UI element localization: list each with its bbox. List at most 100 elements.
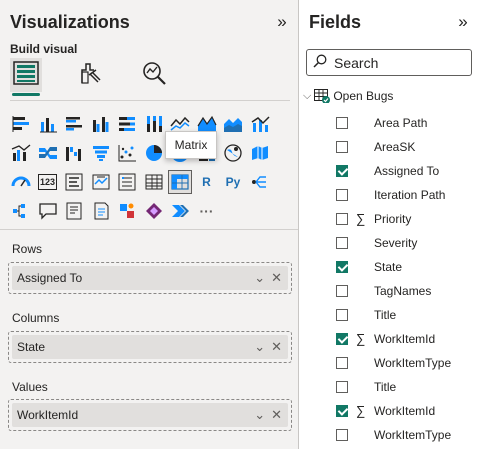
format-visual-tab[interactable] xyxy=(74,58,106,92)
visualizations-pane: Visualizations » Build visual 123 R Py ·… xyxy=(0,0,299,449)
field-name: Iteration Path xyxy=(374,188,446,202)
close-icon[interactable]: ✕ xyxy=(271,407,282,423)
azure-map-icon[interactable] xyxy=(116,200,138,222)
field-name: Assigned To xyxy=(374,164,440,178)
python-visual-label: Py xyxy=(225,175,241,189)
field-checkbox[interactable] xyxy=(336,285,348,297)
rows-well[interactable]: Assigned To ⌄ ✕ xyxy=(8,262,292,294)
more-visuals-icon[interactable]: ··· xyxy=(196,200,218,222)
power-apps-icon[interactable] xyxy=(143,200,165,222)
matrix-tooltip: Matrix xyxy=(165,131,217,159)
fields-title: Fields xyxy=(309,12,362,32)
field-checkbox[interactable] xyxy=(336,333,348,345)
columns-field-chip[interactable]: State ⌄ ✕ xyxy=(12,335,288,359)
double-chevron-right-icon[interactable]: » xyxy=(272,12,292,32)
paginated-report-icon[interactable] xyxy=(90,200,112,222)
fields-search-input[interactable]: Search xyxy=(306,49,472,76)
columns-well[interactable]: State ⌄ ✕ xyxy=(8,331,292,363)
map-icon[interactable] xyxy=(222,142,244,164)
build-visual-icon xyxy=(13,60,39,90)
field-name: WorkItemId xyxy=(374,404,436,418)
field-checkbox[interactable] xyxy=(336,237,348,249)
field-checkbox[interactable] xyxy=(336,429,348,441)
kpi-icon[interactable] xyxy=(90,171,112,193)
field-name: State xyxy=(374,260,403,274)
filled-map-icon[interactable] xyxy=(249,142,271,164)
chevron-down-icon[interactable]: ⌵ xyxy=(303,90,311,103)
smart-narrative-icon[interactable] xyxy=(63,200,85,222)
table-name: Open Bugs xyxy=(333,89,394,103)
columns-well-label: Columns xyxy=(12,311,60,325)
r-visual-label: R xyxy=(202,175,211,189)
rows-field-chip[interactable]: Assigned To ⌄ ✕ xyxy=(12,266,288,290)
line-stacked-column-chart-icon[interactable] xyxy=(249,113,271,135)
field-checkbox[interactable] xyxy=(336,213,348,225)
chevron-down-icon[interactable]: ⌄ xyxy=(254,270,265,286)
values-well[interactable]: WorkItemId ⌄ ✕ xyxy=(8,399,292,431)
field-checkbox[interactable] xyxy=(336,357,348,369)
field-name: WorkItemType xyxy=(374,356,452,370)
field-name: WorkItemId xyxy=(374,332,436,346)
values-field-name: WorkItemId xyxy=(17,408,79,422)
multi-row-card-icon[interactable] xyxy=(63,171,85,193)
build-visual-tab[interactable] xyxy=(10,58,42,96)
100-stacked-column-chart-icon[interactable] xyxy=(143,113,165,135)
stacked-column-chart-icon[interactable] xyxy=(37,113,59,135)
table-icon xyxy=(314,89,331,104)
rows-well-label: Rows xyxy=(12,242,43,256)
field-checkbox[interactable] xyxy=(336,189,348,201)
close-icon[interactable]: ✕ xyxy=(271,339,282,355)
stacked-bar-chart-icon[interactable] xyxy=(10,113,32,135)
card-icon[interactable]: 123 xyxy=(37,171,59,193)
field-checkbox[interactable] xyxy=(336,165,348,177)
build-visual-label: Build visual xyxy=(10,42,78,56)
clustered-column-chart-icon[interactable] xyxy=(90,113,112,135)
close-icon[interactable]: ✕ xyxy=(271,270,282,286)
field-name: Area Path xyxy=(374,116,428,130)
values-field-chip[interactable]: WorkItemId ⌄ ✕ xyxy=(12,403,288,427)
format-visual-icon xyxy=(78,60,102,91)
field-checkbox[interactable] xyxy=(336,309,348,321)
python-visual-icon[interactable]: Py xyxy=(222,171,244,193)
field-checkbox[interactable] xyxy=(336,381,348,393)
field-checkbox[interactable] xyxy=(336,141,348,153)
waterfall-chart-icon[interactable] xyxy=(63,142,85,164)
field-name: Title xyxy=(374,308,397,322)
double-chevron-right-icon[interactable]: » xyxy=(453,12,473,32)
slicer-icon[interactable] xyxy=(116,171,138,193)
field-name: Title xyxy=(374,380,397,394)
clustered-bar-chart-icon[interactable] xyxy=(63,113,85,135)
field-name: AreaSK xyxy=(374,140,416,154)
field-checkbox[interactable] xyxy=(336,405,348,417)
field-name: Severity xyxy=(374,236,418,250)
100-stacked-bar-chart-icon[interactable] xyxy=(116,113,138,135)
table-icon[interactable] xyxy=(143,171,165,193)
power-automate-icon[interactable] xyxy=(169,200,191,222)
funnel-chart-icon[interactable] xyxy=(90,142,112,164)
sigma-icon: ∑ xyxy=(356,403,366,418)
sigma-icon: ∑ xyxy=(356,331,366,346)
more-visuals-label: ··· xyxy=(199,203,214,219)
analytics-tab[interactable] xyxy=(138,58,170,92)
ribbon-chart-icon[interactable] xyxy=(37,142,59,164)
chevron-down-icon[interactable]: ⌄ xyxy=(254,339,265,355)
field-checkbox[interactable] xyxy=(336,261,348,273)
key-influencers-icon[interactable] xyxy=(249,171,271,193)
pie-chart-icon[interactable] xyxy=(143,142,165,164)
stacked-area-chart-icon[interactable] xyxy=(222,113,244,135)
chevron-down-icon[interactable]: ⌄ xyxy=(254,407,265,423)
search-placeholder: Search xyxy=(334,54,379,71)
line-clustered-column-chart-icon[interactable] xyxy=(10,142,32,164)
r-visual-icon[interactable]: R xyxy=(196,171,218,193)
analytics-icon xyxy=(141,60,167,91)
table-node-open-bugs[interactable]: ⌵ Open Bugs xyxy=(303,89,394,104)
qa-icon[interactable] xyxy=(37,200,59,222)
gauge-icon[interactable] xyxy=(10,171,32,193)
field-name: Priority xyxy=(374,212,412,226)
card-label: 123 xyxy=(37,174,58,190)
decomposition-tree-icon[interactable] xyxy=(10,200,32,222)
scatter-chart-icon[interactable] xyxy=(116,142,138,164)
visual-mode-tabs xyxy=(10,58,170,96)
matrix-icon[interactable] xyxy=(168,170,192,194)
field-checkbox[interactable] xyxy=(336,117,348,129)
